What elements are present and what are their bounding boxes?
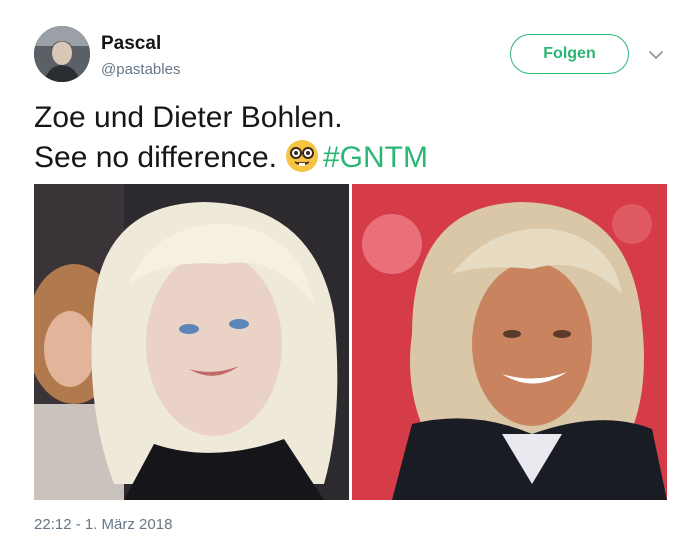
follow-button-label: Folgen [543, 45, 596, 62]
media-grid [34, 184, 667, 500]
tweet-text: Zoe und Dieter Bohlen. See no difference… [34, 98, 428, 178]
follow-button[interactable]: Folgen [510, 34, 629, 74]
photo-dieter-bohlen[interactable] [352, 184, 667, 500]
hashtag-link[interactable]: #GNTM [323, 141, 428, 174]
user-handle[interactable]: @pastables [101, 61, 180, 78]
photo-zoe[interactable] [34, 184, 349, 500]
chevron-down-icon[interactable] [648, 48, 664, 60]
timestamp[interactable]: 22:12 - 1. März 2018 [34, 516, 172, 533]
nerd-face-emoji-icon [285, 139, 319, 173]
tweet-line-2-text: See no difference. [34, 141, 277, 174]
tweet-line-1: Zoe und Dieter Bohlen. [34, 101, 343, 134]
display-name[interactable]: Pascal [101, 33, 161, 55]
tweet-line-2: See no difference. #GNTM [34, 138, 428, 178]
avatar[interactable] [34, 26, 90, 82]
